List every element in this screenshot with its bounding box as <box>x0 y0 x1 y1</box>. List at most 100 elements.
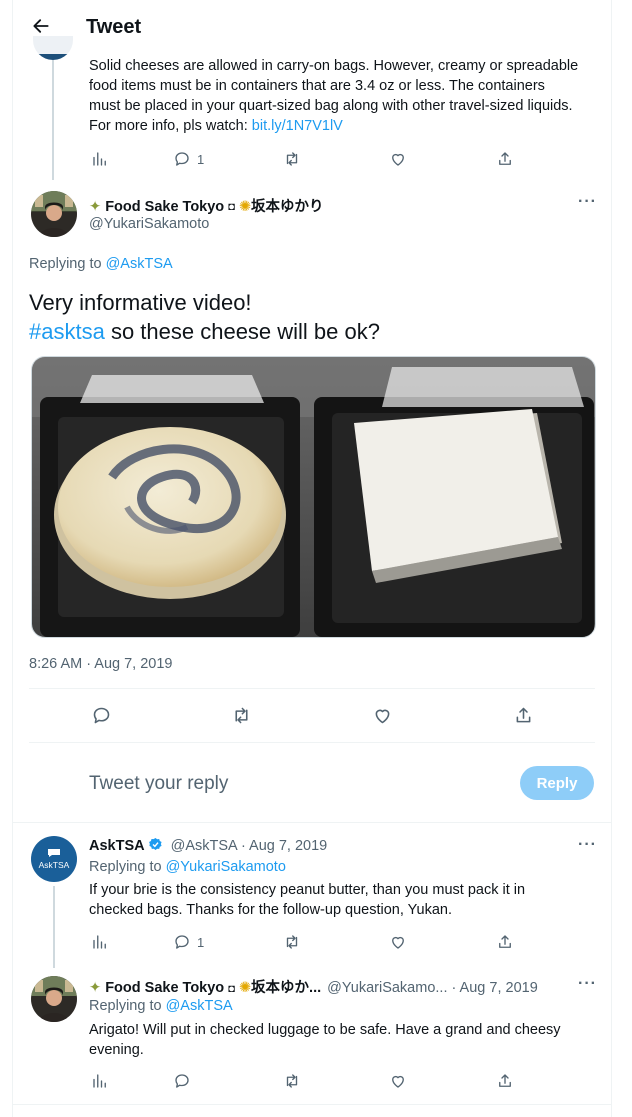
like-button[interactable] <box>389 933 407 951</box>
replying-to-row: Replying to @AskTSA <box>29 256 173 272</box>
retweet-icon <box>235 707 248 724</box>
replying-to-label: Replying to <box>89 859 166 875</box>
tweet-photo[interactable] <box>31 356 596 638</box>
reply-count: 1 <box>197 934 205 950</box>
analytics-icon <box>93 1074 106 1088</box>
reply2-text-line: evening. <box>89 1042 144 1058</box>
sprout-icon: ✦ <box>89 980 102 996</box>
asktsa-avatar-text: AskTSA <box>38 860 70 870</box>
replying-to-link[interactable]: @AskTSA <box>166 998 233 1014</box>
replying-to-link[interactable]: @AskTSA <box>106 256 173 272</box>
reply-input[interactable] <box>89 770 499 798</box>
tweet-column: Solid cheeses are allowed in carry-on ba… <box>12 0 612 1117</box>
reply-button[interactable]: 1 <box>173 933 204 951</box>
analytics-icon <box>93 152 106 166</box>
back-arrow-icon <box>33 19 49 33</box>
heart-icon <box>375 709 390 724</box>
parent-text-line: For more info, pls watch: bit.ly/1N7V1lV <box>89 116 599 136</box>
share-icon <box>499 935 511 948</box>
retweet-button[interactable] <box>283 1072 301 1090</box>
analytics-icon <box>93 935 106 949</box>
reply-submit-button[interactable]: Reply <box>520 766 594 800</box>
reply-button[interactable]: 1 <box>173 150 204 168</box>
divider <box>29 742 595 743</box>
asktsa-avatar[interactable]: AskTSA <box>31 836 77 882</box>
parent-text-prefix: For more info, pls watch: <box>89 118 252 134</box>
sake-icon: ◘ <box>228 201 235 213</box>
analytics-button[interactable] <box>91 150 109 168</box>
heart-icon <box>392 153 404 166</box>
divider <box>29 688 595 689</box>
reply2-text-line: Arigato! Will put in checked luggage to … <box>89 1022 561 1038</box>
replying-to-link[interactable]: @YukariSakamoto <box>166 859 286 875</box>
reply2-display-name: Food Sake Tokyo <box>105 980 225 996</box>
reply-button[interactable] <box>173 1072 191 1090</box>
back-button[interactable] <box>27 12 55 40</box>
retweet-button[interactable] <box>283 150 301 168</box>
reply-icon <box>93 707 110 724</box>
retweet-button[interactable] <box>231 705 252 726</box>
analytics-button[interactable] <box>91 933 109 951</box>
reply-icon <box>175 1074 189 1088</box>
share-button[interactable] <box>513 705 534 726</box>
top-header: Tweet <box>13 0 611 54</box>
verified-badge-icon <box>148 837 162 850</box>
reply-icon <box>175 152 189 166</box>
main-text-rest: so these cheese will be ok? <box>104 319 380 344</box>
reply1-replying-row: Replying to @YukariSakamoto <box>89 859 286 875</box>
author-name-row[interactable]: ✦ Food Sake Tokyo ◘ ✺坂本ゆかり <box>89 195 324 216</box>
reply2-handle-date: @YukariSakamo... · Aug 7, 2019 <box>327 980 538 996</box>
retweet-icon <box>286 935 298 949</box>
retweet-button[interactable] <box>283 933 301 951</box>
more-options-icon[interactable]: ··· <box>578 193 597 211</box>
reply-icon <box>175 935 189 949</box>
reply2-header[interactable]: ✦ Food Sake Tokyo ◘ ✺坂本ゆか... @YukariSaka… <box>89 976 538 997</box>
author-handle[interactable]: @YukariSakamoto <box>89 216 209 232</box>
tweet-timestamp[interactable]: 8:26 AM · Aug 7, 2019 <box>29 656 173 672</box>
author-name-extra: 坂本ゆかり <box>251 199 324 215</box>
user-avatar[interactable] <box>31 191 77 237</box>
reply-button[interactable] <box>91 705 112 726</box>
share-icon <box>516 707 531 723</box>
user-avatar-photo <box>31 976 77 1022</box>
main-text-line: #asktsa so these cheese will be ok? <box>29 317 589 346</box>
reply1-text: If your brie is the consistency peanut b… <box>89 880 599 920</box>
sunflower-icon: ✺ <box>238 199 252 215</box>
page-title: Tweet <box>86 16 142 38</box>
like-button[interactable] <box>372 705 393 726</box>
reply1-header[interactable]: AskTSA @AskTSA · Aug 7, 2019 <box>89 837 327 854</box>
retweet-icon <box>286 1074 298 1088</box>
analytics-button[interactable] <box>91 1072 109 1090</box>
hashtag-link[interactable]: #asktsa <box>29 319 105 344</box>
reply1-handle-date: @AskTSA · Aug 7, 2019 <box>170 838 328 854</box>
parent-text-line: Solid cheeses are allowed in carry-on ba… <box>89 58 579 74</box>
like-button[interactable] <box>389 150 407 168</box>
replying-to-label: Replying to <box>89 998 166 1014</box>
parent-tweet-text: Solid cheeses are allowed in carry-on ba… <box>89 56 599 136</box>
chat-bubble-icon <box>48 849 60 857</box>
main-tweet-text: Very informative video! #asktsa so these… <box>29 288 589 346</box>
share-button[interactable] <box>496 1072 514 1090</box>
reply2-name-extra: 坂本ゆか... <box>251 980 322 996</box>
reply2-text: Arigato! Will put in checked luggage to … <box>89 1020 599 1060</box>
more-options-icon[interactable]: ··· <box>578 836 597 854</box>
heart-icon <box>392 1075 404 1088</box>
share-button[interactable] <box>496 150 514 168</box>
share-icon <box>499 1074 511 1087</box>
divider <box>13 1104 611 1105</box>
heart-icon <box>392 936 404 949</box>
sunflower-icon: ✺ <box>238 980 252 996</box>
share-button[interactable] <box>496 933 514 951</box>
share-icon <box>499 152 511 165</box>
more-options-icon[interactable]: ··· <box>578 975 597 993</box>
user-avatar[interactable] <box>31 976 77 1022</box>
reply1-display-name: AskTSA <box>89 838 145 854</box>
reply2-replying-row: Replying to @AskTSA <box>89 998 233 1014</box>
parent-text-line: food items must be in containers that ar… <box>89 78 545 94</box>
like-button[interactable] <box>389 1072 407 1090</box>
parent-video-link[interactable]: bit.ly/1N7V1lV <box>252 118 343 134</box>
reply-count: 1 <box>197 151 205 167</box>
parent-text-line: must be placed in your quart-sized bag a… <box>89 98 573 114</box>
retweet-icon <box>286 152 298 166</box>
reply1-text-line: If your brie is the consistency peanut b… <box>89 882 526 898</box>
